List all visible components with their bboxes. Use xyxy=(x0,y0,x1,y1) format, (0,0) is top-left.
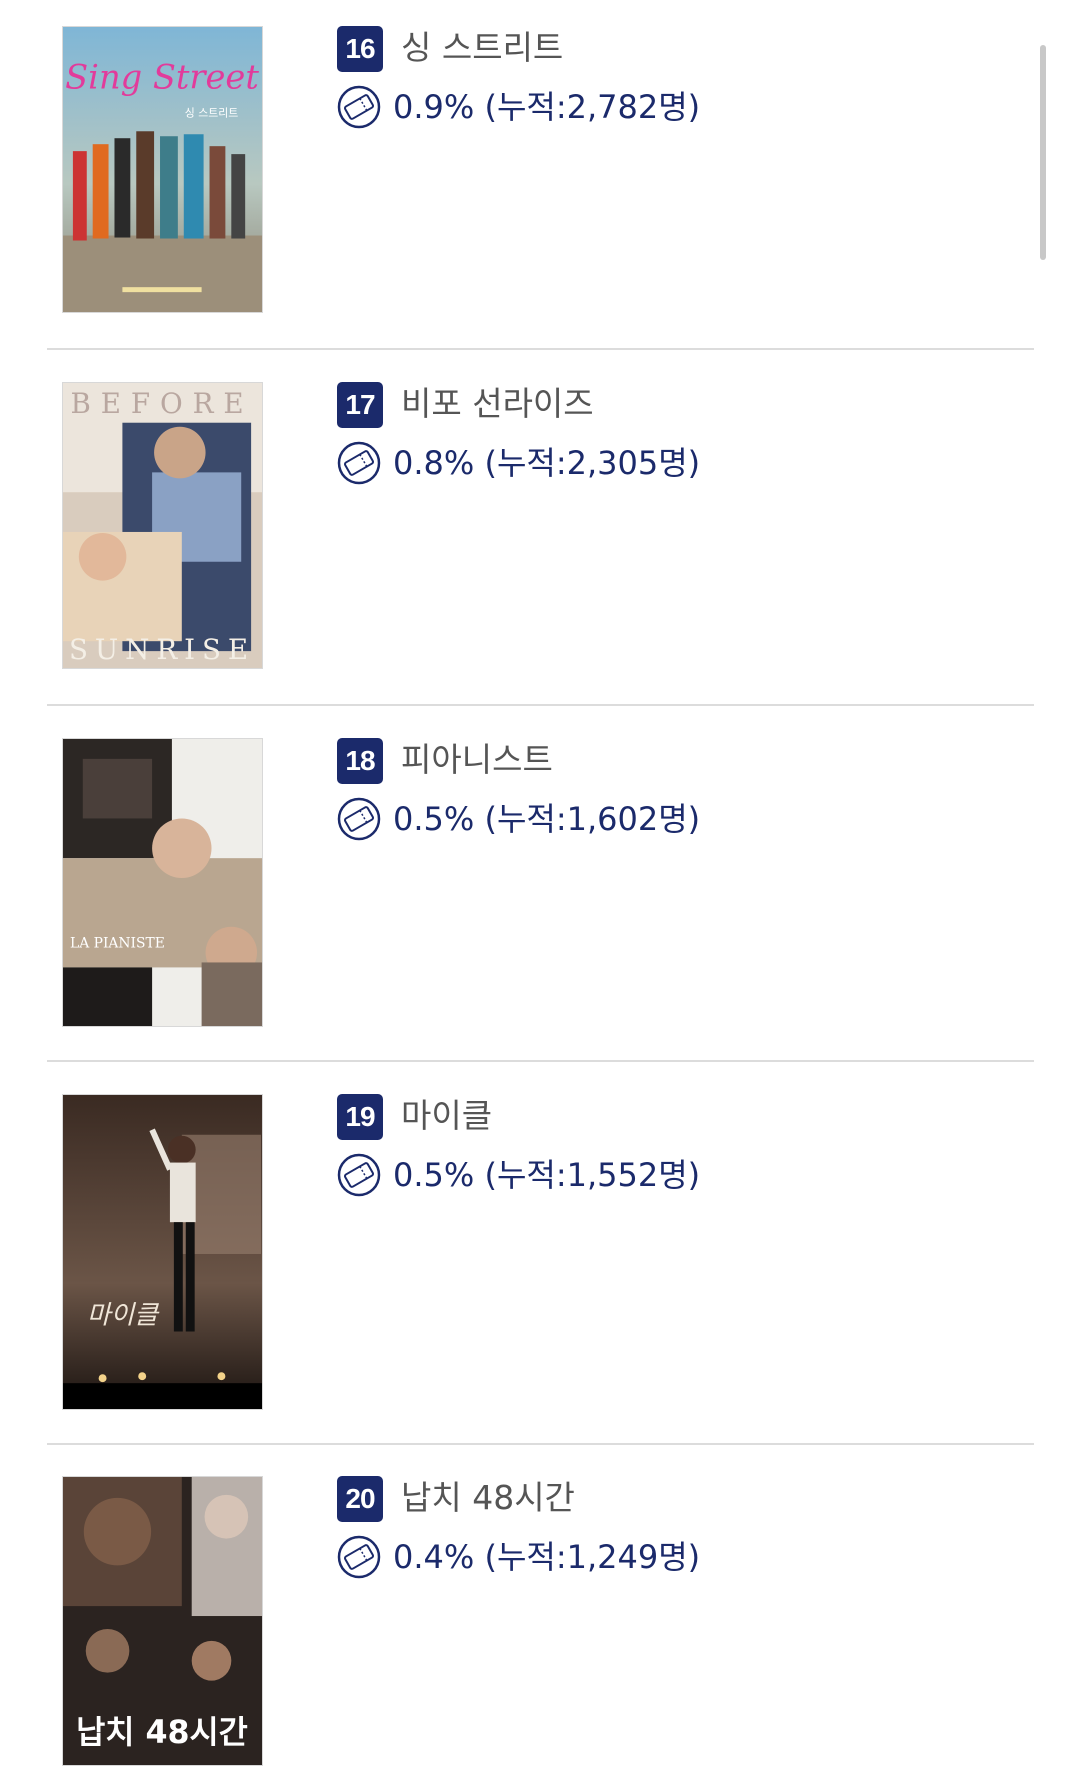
audience-stat: 0.5% (누적:1,602명) xyxy=(393,800,701,838)
movie-title[interactable]: 피아니스트 xyxy=(401,737,553,783)
divider xyxy=(47,1060,1034,1062)
audience-stat: 0.9% (누적:2,782명) xyxy=(393,88,701,126)
movie-poster[interactable]: BEFORE SUNRISE xyxy=(62,382,263,669)
before-sunrise-poster: BEFORE SUNRISE xyxy=(63,383,262,668)
ticket-icon xyxy=(337,441,381,485)
sing-street-poster: Sing Street 싱 스트리트 xyxy=(63,27,262,312)
ticket-icon xyxy=(337,85,381,129)
ticket-icon xyxy=(337,797,381,841)
audience-stat: 0.5% (누적:1,552명) xyxy=(393,1156,701,1194)
rank-badge: 19 xyxy=(337,1094,383,1140)
movie-title[interactable]: 납치 48시간 xyxy=(401,1475,575,1521)
audience-stat: 0.4% (누적:1,249명) xyxy=(393,1538,701,1576)
audience-stat: 0.8% (누적:2,305명) xyxy=(393,444,701,482)
ticket-icon xyxy=(337,1535,381,1579)
movie-poster[interactable]: 납치 48시간 xyxy=(62,1476,263,1766)
poster-logo: 납치 48시간 xyxy=(76,1715,248,1751)
divider xyxy=(47,704,1034,706)
poster-logo-bottom: SUNRISE xyxy=(69,633,255,666)
michael-poster: 마이클 xyxy=(63,1095,262,1409)
rank-badge: 18 xyxy=(337,738,383,784)
rank-badge: 20 xyxy=(337,1476,383,1522)
the-piano-teacher-poster: LA PIANISTE xyxy=(63,739,262,1026)
movie-poster[interactable]: LA PIANISTE xyxy=(62,738,263,1027)
movie-title[interactable]: 싱 스트리트 xyxy=(401,25,563,71)
rank-badge: 16 xyxy=(337,26,383,72)
poster-logo: LA PIANISTE xyxy=(70,936,165,952)
poster-subtitle: 싱 스트리트 xyxy=(185,106,238,119)
poster-logo-top: BEFORE xyxy=(70,387,253,420)
movie-poster[interactable]: Sing Street 싱 스트리트 xyxy=(62,26,263,313)
poster-logo: Sing Street xyxy=(65,58,259,97)
movie-title[interactable]: 마이클 xyxy=(401,1093,492,1139)
movie-title[interactable]: 비포 선라이즈 xyxy=(401,381,594,427)
divider xyxy=(47,348,1034,350)
poster-logo: 마이클 xyxy=(87,1301,160,1331)
ticket-icon xyxy=(337,1153,381,1197)
rank-badge: 17 xyxy=(337,382,383,428)
divider xyxy=(47,1443,1034,1445)
scrollbar[interactable] xyxy=(1040,45,1046,260)
movie-poster[interactable]: 마이클 xyxy=(62,1094,263,1410)
kidnap-48-hours-poster: 납치 48시간 xyxy=(63,1477,262,1765)
